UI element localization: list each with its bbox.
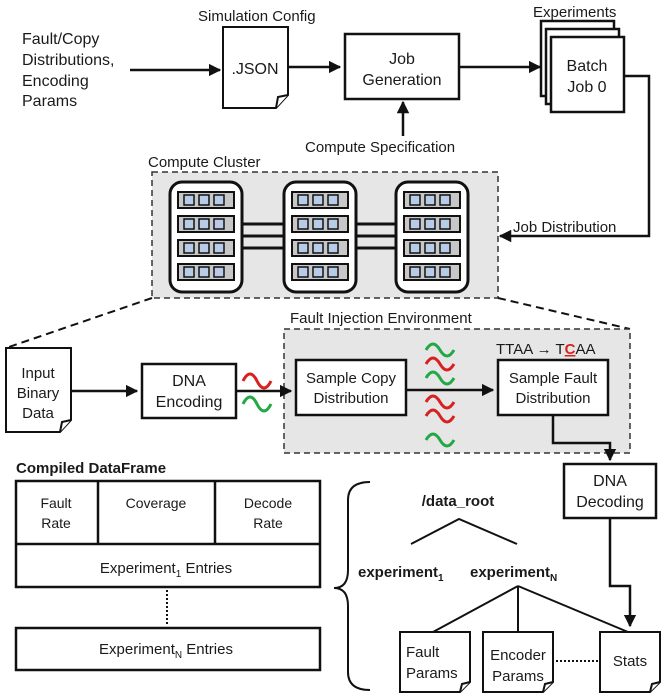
fault-params-label-1: Fault [406, 644, 440, 661]
server-led [312, 194, 324, 206]
dna-decoding-label-2: Decoding [576, 494, 644, 511]
column-decode-rate-1: Decode [244, 495, 292, 511]
server-led [327, 266, 339, 278]
batch-job-label-2: Job 0 [567, 79, 606, 96]
server-led [439, 194, 451, 206]
sample-copy-label-2: Distribution [313, 390, 388, 407]
server-led [312, 266, 324, 278]
server-led [424, 218, 436, 230]
batch-job-label-1: Batch [567, 58, 608, 75]
server-led [183, 218, 195, 230]
input-file-label-2: Binary [17, 385, 60, 402]
server-led [439, 218, 451, 230]
input-params-label: Fault/Copy Distributions, Encoding Param… [22, 31, 114, 110]
server-led [213, 194, 225, 206]
simulation-pipeline-diagram: Fault/Copy Distributions, Encoding Param… [5, 4, 661, 693]
dna-encoding-label-2: Encoding [156, 394, 223, 411]
column-fault-rate-1: Fault [40, 495, 71, 511]
fault-injection-title: Fault Injection Environment [290, 310, 473, 327]
experiments-label: Experiments [533, 4, 616, 21]
server-led [439, 266, 451, 278]
server-led [198, 266, 210, 278]
tree-experiment-branches [432, 585, 629, 633]
server-led [213, 242, 225, 254]
fault-params-file [399, 631, 471, 693]
dna-encoding-label-1: DNA [172, 373, 206, 390]
server-led [297, 218, 309, 230]
server-led [424, 194, 436, 206]
mutation-example: TTAA → TCAA [496, 341, 596, 358]
server-led [213, 266, 225, 278]
curly-brace [333, 481, 371, 691]
zoom-line-left [5, 297, 153, 349]
fault-params-label-2: Params [406, 665, 458, 682]
server-led [424, 242, 436, 254]
server-led [409, 242, 421, 254]
input-file-label-1: Input [21, 365, 55, 382]
server-led [327, 194, 339, 206]
server-led [198, 218, 210, 230]
server-led [312, 218, 324, 230]
tree-root: /data_root [422, 493, 495, 510]
server-led [409, 194, 421, 206]
server-led [439, 242, 451, 254]
svg-text:Distributions,: Distributions, [22, 52, 114, 69]
server-led [297, 266, 309, 278]
server-led [297, 242, 309, 254]
svg-text:Params: Params [22, 93, 77, 110]
dna-strand-green [241, 395, 273, 413]
compute-specification-label: Compute Specification [305, 139, 455, 156]
mutated-base: C [565, 341, 576, 358]
svg-text:Fault/Copy: Fault/Copy [22, 31, 99, 48]
input-file-label-3: Data [22, 405, 54, 422]
server-led [297, 194, 309, 206]
column-fault-rate-2: Rate [41, 515, 71, 531]
svg-text:Encoding: Encoding [22, 73, 89, 90]
simulation-config-label: Simulation Config [198, 8, 316, 25]
server-led [183, 266, 195, 278]
job-generation-label-2: Generation [362, 72, 441, 89]
compute-cluster-title: Compute Cluster [148, 154, 261, 171]
server-led [327, 242, 339, 254]
column-decode-rate-2: Rate [253, 515, 283, 531]
server-led [198, 242, 210, 254]
job-distribution-label: Job Distribution [513, 219, 616, 236]
tree-experiment-first: experiment1 [358, 564, 444, 584]
sample-fault-label-2: Distribution [515, 390, 590, 407]
server-led [312, 242, 324, 254]
job-generation-label-1: Job [389, 51, 415, 68]
server-led [424, 266, 436, 278]
tree-root-branch [410, 517, 518, 545]
dna-strand-red [241, 372, 273, 390]
column-coverage: Coverage [126, 495, 187, 511]
server-led [327, 218, 339, 230]
zoom-line-right [497, 297, 631, 330]
dna-decoding-label-1: DNA [593, 473, 627, 490]
tree-experiment-last: experimentN [470, 564, 557, 584]
server-racks [168, 180, 470, 294]
stats-label: Stats [613, 653, 647, 670]
sample-fault-label-1: Sample Fault [509, 370, 598, 387]
server-led [198, 194, 210, 206]
server-led [409, 266, 421, 278]
server-led [183, 194, 195, 206]
server-led [409, 218, 421, 230]
json-file-label: .JSON [231, 61, 278, 78]
dataframe-title: Compiled DataFrame [16, 460, 166, 477]
encoder-params-label-2: Params [492, 668, 544, 685]
sample-copy-label-1: Sample Copy [306, 370, 397, 387]
encoder-params-label-1: Encoder [490, 647, 546, 664]
server-led [183, 242, 195, 254]
server-led [213, 218, 225, 230]
decoding-to-stats-arrow [608, 519, 637, 628]
